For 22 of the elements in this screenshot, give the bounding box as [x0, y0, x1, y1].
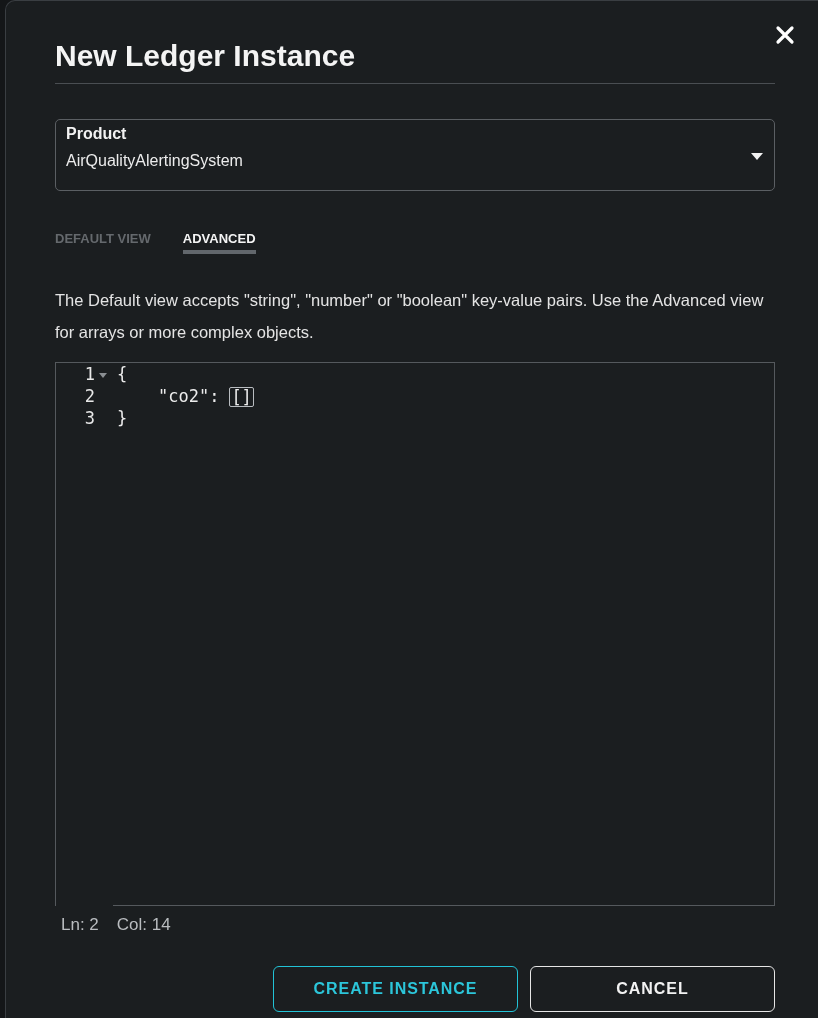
matched-brackets: []	[229, 387, 254, 407]
code-text: }	[117, 407, 128, 431]
line-number: 3	[83, 407, 95, 431]
product-select[interactable]: Product AirQualityAlertingSystem	[55, 119, 775, 191]
column-indicator: Col: 14	[116, 914, 171, 936]
line-number: 1	[83, 363, 95, 387]
view-tab[interactable]: ADVANCED	[182, 231, 256, 254]
cancel-button[interactable]: CANCEL	[530, 966, 775, 1012]
code-text: "co2":	[157, 385, 220, 409]
create-instance-button[interactable]: CREATE INSTANCE	[273, 966, 518, 1012]
selected-value: AirQualityAlertingSystem	[66, 151, 243, 171]
line-indicator: Ln: 2	[61, 914, 99, 936]
description-text: The Default view accepts "string", "number" or "boolean" key-value pairs. Use the Advanced view for arrays or more complex objects.	[55, 290, 765, 343]
close-icon	[775, 25, 795, 45]
code-text: {	[117, 363, 128, 387]
caret-icon	[751, 153, 763, 160]
close-button[interactable]	[774, 24, 796, 46]
field-label: Product	[66, 124, 127, 144]
line-number: 2	[83, 385, 95, 409]
code-editor[interactable]: { "co2": [] }	[113, 363, 774, 906]
dialog-title: New Ledger Instance	[55, 38, 356, 74]
fold-icon[interactable]	[99, 372, 107, 378]
